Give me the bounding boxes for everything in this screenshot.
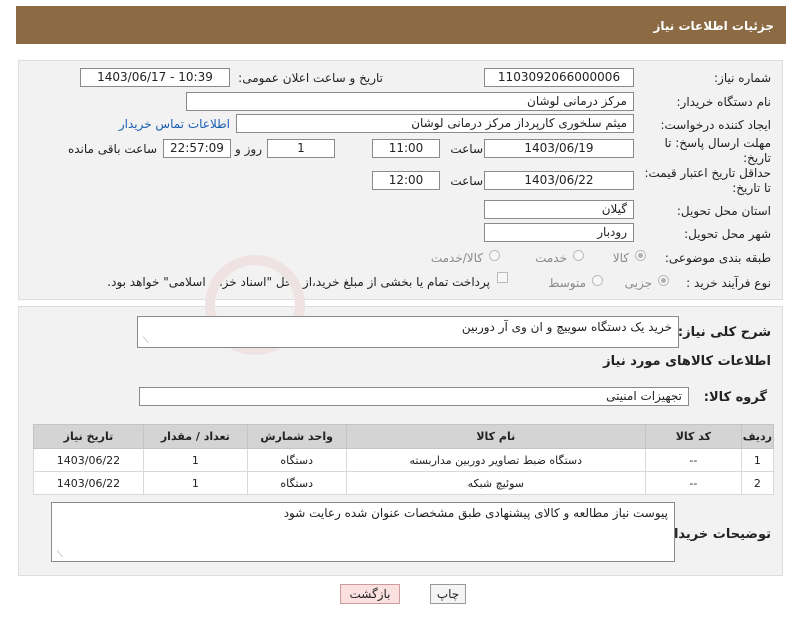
cell-row-number: 2 — [740, 471, 775, 495]
buyer-notes-textarea[interactable]: پیوست نیاز مطالعه و کالای پیشنهادی طبق م… — [51, 502, 675, 562]
resize-grip-icon: ⟋ — [142, 336, 149, 346]
buyer-org-label: نام دستگاه خریدار: — [676, 95, 772, 109]
col-row-number: ردیف — [740, 424, 775, 449]
need-number-label: شماره نیاز: — [714, 71, 771, 85]
table-row: 2 -- سوئیچ شبکه دستگاه 1 1403/06/22 — [33, 471, 775, 495]
days-field: 1 — [267, 139, 335, 158]
cell-goods-name: سوئیچ شبکه — [345, 471, 646, 495]
cell-goods-code: -- — [644, 448, 742, 472]
cell-unit: دستگاه — [246, 471, 347, 495]
col-need-date: تاریخ نیاز — [33, 424, 144, 449]
price-validity-label: حداقل تاریخ اعتبار قیمت: تا تاریخ: — [644, 166, 771, 195]
category-option-goods: کالا — [612, 251, 629, 265]
page-header: جزئیات اطلاعات نیاز — [16, 6, 786, 44]
reply-date-field: 1403/06/19 — [484, 139, 634, 158]
desc-text: خرید یک دستگاه سوییچ و ان وی آر دوربین — [461, 320, 672, 334]
goods-table: ردیف کد کالا نام کالا واحد شمارش تعداد /… — [33, 424, 775, 495]
goods-group-label: گروه کالا: — [703, 390, 767, 405]
category-option-both: کالا/خدمت — [430, 251, 483, 265]
purchase-radio-medium[interactable] — [592, 275, 603, 286]
cell-unit: دستگاه — [246, 448, 347, 472]
col-unit: واحد شمارش — [246, 424, 347, 449]
category-label: طبقه بندی موضوعی: — [664, 251, 771, 265]
category-radio-service[interactable] — [573, 250, 584, 261]
back-button[interactable]: بازگشت — [340, 584, 400, 604]
desc-label: شرح کلی نیاز: — [677, 325, 771, 340]
table-header-row: ردیف کد کالا نام کالا واحد شمارش تعداد /… — [33, 424, 775, 449]
col-quantity: تعداد / مقدار — [142, 424, 248, 449]
category-radio-both[interactable] — [489, 250, 500, 261]
province-field: گیلان — [484, 200, 634, 219]
goods-info-title: اطلاعات کالاهای مورد نیاز — [603, 354, 771, 369]
purchase-option-medium: متوسط — [548, 276, 586, 290]
price-time-label: ساعت — [450, 174, 483, 188]
province-label: استان محل تحویل: — [676, 204, 771, 218]
creator-field: میثم سلخوری کارپرداز مرکز درمانی لوشان — [236, 114, 634, 133]
purchase-option-minor: جزیی — [624, 276, 652, 290]
announce-label: تاریخ و ساعت اعلان عمومی: — [238, 71, 383, 85]
col-goods-code: کد کالا — [644, 424, 742, 449]
buyer-notes-text: پیوست نیاز مطالعه و کالای پیشنهادی طبق م… — [283, 506, 668, 520]
category-radio-goods[interactable] — [635, 250, 646, 261]
resize-grip-icon: ⟋ — [56, 550, 63, 560]
cell-goods-code: -- — [644, 471, 742, 495]
cell-row-number: 1 — [740, 448, 775, 472]
print-button[interactable]: چاپ — [430, 584, 466, 604]
buyer-notes-label: توضیحات خریدار: — [661, 527, 771, 542]
reply-deadline-label: مهلت ارسال پاسخ: تا تاریخ: — [664, 136, 771, 165]
col-goods-name: نام کالا — [345, 424, 646, 449]
cell-quantity: 1 — [142, 448, 248, 472]
announce-field: 1403/06/17 - 10:39 — [80, 68, 230, 87]
cell-goods-name: دستگاه ضبط تصاویر دوربین مداربسته — [345, 448, 646, 472]
purchase-type-label: نوع فرآیند خرید : — [686, 276, 771, 290]
payment-note: پرداخت تمام یا بخشی از مبلغ خرید،از محل … — [107, 275, 490, 289]
cell-quantity: 1 — [142, 471, 248, 495]
remaining-label: ساعت باقی مانده — [67, 142, 157, 156]
table-row: 1 -- دستگاه ضبط تصاویر دوربین مداربسته د… — [33, 448, 775, 472]
need-number-field: 1103092066000006 — [484, 68, 634, 87]
desc-textarea[interactable]: خرید یک دستگاه سوییچ و ان وی آر دوربین ⟋ — [137, 316, 679, 348]
purchase-radio-minor[interactable] — [658, 275, 669, 286]
reply-time-label: ساعت — [450, 142, 483, 156]
buyer-contact-link[interactable]: اطلاعات تماس خریدار — [119, 117, 230, 131]
goods-group-field: تجهیزات امنیتی — [139, 387, 689, 406]
price-time-field: 12:00 — [372, 171, 440, 190]
creator-label: ایجاد کننده درخواست: — [660, 118, 771, 132]
buyer-org-field: مرکز درمانی لوشان — [186, 92, 634, 111]
days-label: روز و — [235, 142, 262, 156]
treasury-payment-checkbox[interactable] — [497, 272, 508, 283]
reply-time-field: 11:00 — [372, 139, 440, 158]
price-date-field: 1403/06/22 — [484, 171, 634, 190]
remaining-time-field: 22:57:09 — [163, 139, 231, 158]
page-title: جزئیات اطلاعات نیاز — [653, 19, 774, 33]
category-option-service: خدمت — [535, 251, 567, 265]
city-field: رودبار — [484, 223, 634, 242]
cell-need-date: 1403/06/22 — [33, 448, 144, 472]
city-label: شهر محل تحویل: — [684, 227, 771, 241]
cell-need-date: 1403/06/22 — [33, 471, 144, 495]
